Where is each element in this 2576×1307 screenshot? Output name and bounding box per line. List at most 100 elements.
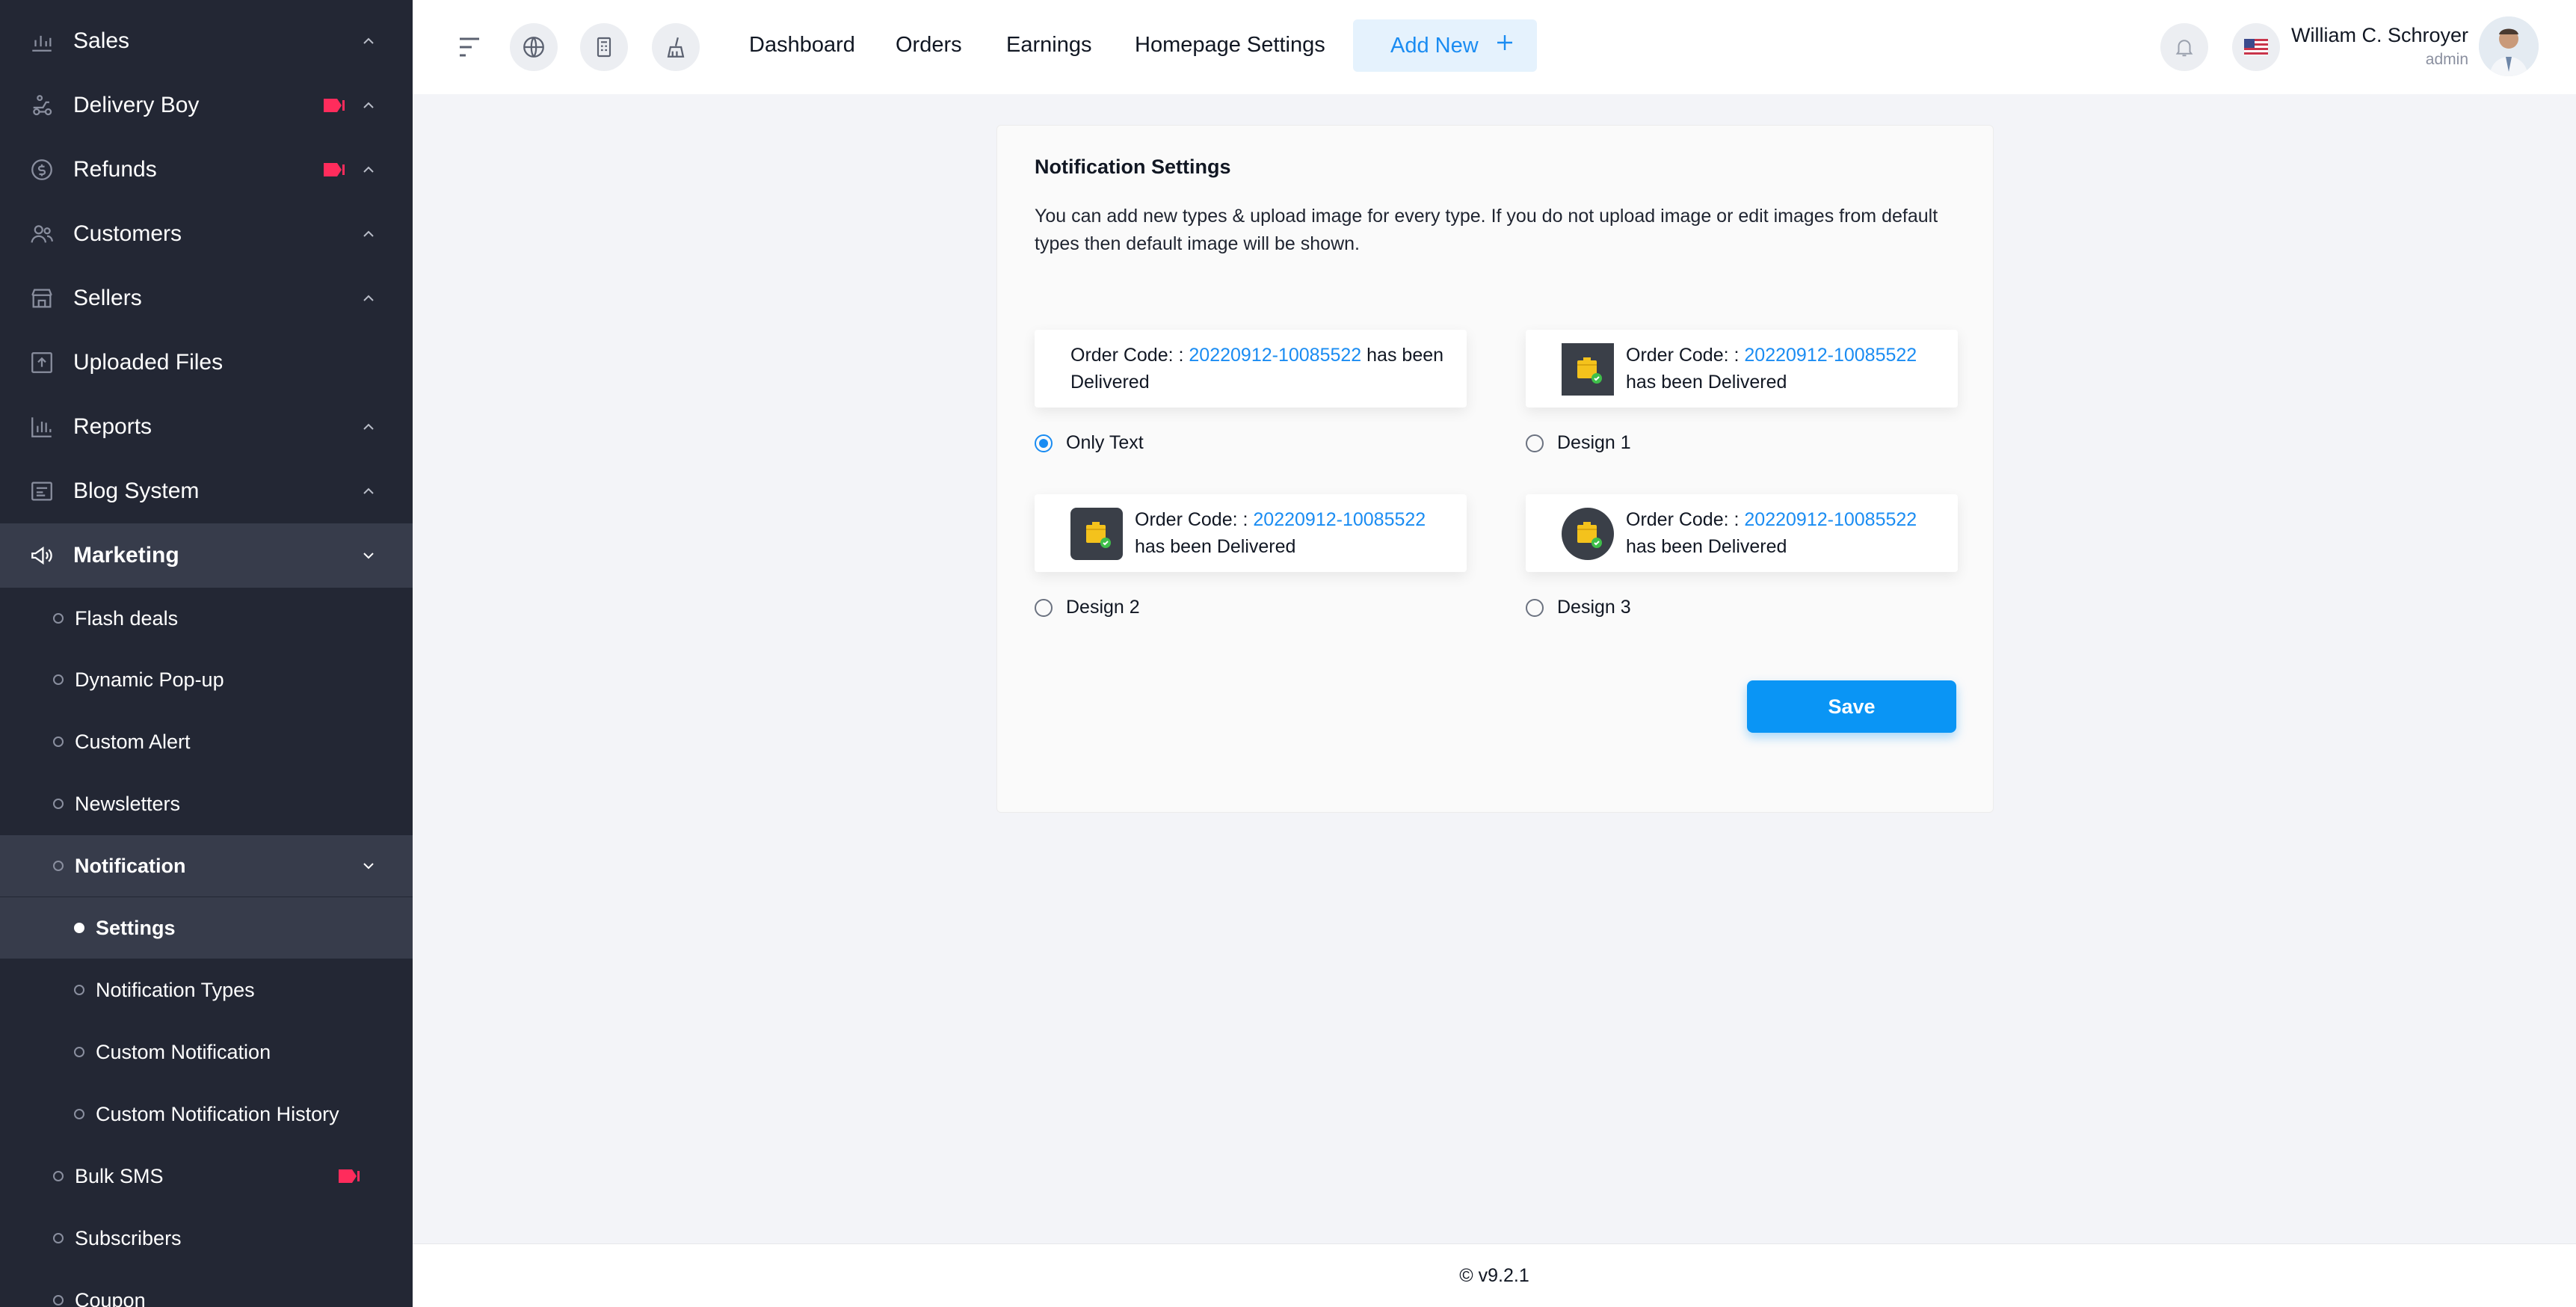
- sidebar-item-customers[interactable]: Customers: [0, 202, 413, 266]
- broom-icon[interactable]: [652, 23, 700, 71]
- avatar[interactable]: [2479, 16, 2539, 76]
- radio-design-1[interactable]: [1526, 434, 1544, 452]
- nav-link-homepage-settings[interactable]: Homepage Settings: [1135, 33, 1325, 58]
- sidebar-item-newsletters[interactable]: Newsletters: [0, 773, 413, 834]
- sidebar-item-delivery-boy[interactable]: Delivery Boy: [0, 73, 413, 138]
- chart-bar-icon: [28, 28, 55, 55]
- plus-icon: [1495, 33, 1515, 58]
- sidebar-item-subscribers[interactable]: Subscribers: [0, 1208, 413, 1269]
- sidebar-item-bulk-sms[interactable]: Bulk SMS: [0, 1145, 413, 1207]
- add-new-label: Add New: [1390, 33, 1479, 58]
- sidebar-item-label: Dynamic Pop-up: [75, 668, 224, 691]
- menu-toggle-icon[interactable]: [446, 23, 493, 71]
- sidebar-item-settings[interactable]: Settings: [0, 897, 413, 959]
- sidebar-item-reports[interactable]: Reports: [0, 395, 413, 459]
- globe-icon[interactable]: [510, 23, 558, 71]
- order-label: Order Code: :: [1070, 345, 1184, 366]
- user-name[interactable]: William C. Schroyer: [2291, 24, 2468, 47]
- sidebar-item-label: Sales: [73, 28, 130, 53]
- sidebar-item-label: Blog System: [73, 479, 200, 503]
- radio-only-text[interactable]: [1035, 434, 1053, 452]
- preview-design-1: Order Code: : 20220912-10085522 has been…: [1526, 330, 1958, 408]
- add-new-button[interactable]: Add New: [1353, 19, 1537, 72]
- order-code-link[interactable]: 20220912-10085522: [1253, 509, 1426, 530]
- bullet-icon: [53, 1171, 64, 1181]
- sidebar-item-sales[interactable]: Sales: [0, 9, 413, 73]
- sidebar-item-notification-types[interactable]: Notification Types: [0, 959, 413, 1021]
- sidebar-item-label: Reports: [73, 414, 152, 439]
- sidebar-item-label: Subscribers: [75, 1226, 182, 1249]
- option-design-1[interactable]: Design 1: [1526, 432, 1631, 454]
- save-button[interactable]: Save: [1747, 680, 1956, 733]
- sidebar-item-notification[interactable]: Notification: [0, 835, 413, 897]
- bullet-icon: [74, 985, 84, 995]
- chevron-up-icon: [360, 483, 377, 499]
- sidebar-item-label: Delivery Boy: [73, 93, 200, 117]
- sidebar-item-marketing[interactable]: Marketing: [0, 523, 413, 588]
- sidebar-item-uploaded-files[interactable]: Uploaded Files: [0, 330, 413, 395]
- chevron-up-icon: [360, 33, 377, 49]
- sidebar-item-label: Bulk SMS: [75, 1164, 164, 1187]
- store-icon: [28, 285, 55, 312]
- sidebar-item-custom-alert[interactable]: Custom Alert: [0, 711, 413, 772]
- bullet-icon: [74, 1109, 84, 1119]
- radio-design-2[interactable]: [1035, 598, 1053, 617]
- order-label: Order Code: :: [1135, 509, 1248, 530]
- sidebar-item-custom-notification-history[interactable]: Custom Notification History: [0, 1083, 413, 1145]
- nav-link-dashboard[interactable]: Dashboard: [749, 33, 855, 58]
- bell-icon[interactable]: [2160, 23, 2208, 71]
- card-description: You can add new types & upload image for…: [1035, 206, 1938, 254]
- bullet-icon: [53, 674, 64, 685]
- sidebar-item-blog-system[interactable]: Blog System: [0, 459, 413, 523]
- option-label: Design 1: [1557, 432, 1631, 453]
- option-design-2[interactable]: Design 2: [1035, 597, 1140, 618]
- chevron-down-icon: [360, 858, 377, 874]
- preview-text: Order Code: : 20220912-10085522 has been…: [1135, 506, 1449, 560]
- sidebar-item-dynamic-popup[interactable]: Dynamic Pop-up: [0, 649, 413, 710]
- bullet-icon: [53, 1233, 64, 1243]
- bullet-icon: [53, 861, 64, 871]
- nav-link-orders[interactable]: Orders: [896, 33, 962, 58]
- bullet-icon: [53, 613, 64, 624]
- blog-icon: [28, 478, 55, 505]
- preview-design-2: Order Code: : 20220912-10085522 has been…: [1035, 494, 1467, 572]
- package-delivered-icon: [1562, 343, 1614, 396]
- upload-icon: [28, 349, 55, 376]
- option-only-text[interactable]: Only Text: [1035, 432, 1144, 454]
- pos-icon[interactable]: [580, 23, 628, 71]
- bullet-icon: [53, 736, 64, 747]
- option-label: Only Text: [1066, 432, 1144, 453]
- order-code-link[interactable]: 20220912-10085522: [1744, 345, 1917, 366]
- option-design-3[interactable]: Design 3: [1526, 597, 1631, 618]
- sidebar-item-label: Marketing: [73, 543, 179, 568]
- preview-text: Order Code: : 20220912-10085522 has been…: [1626, 506, 1940, 560]
- sidebar-item-label: Custom Notification: [96, 1040, 271, 1063]
- notification-settings-card: Notification Settings You can add new ty…: [996, 125, 1994, 813]
- delivered-text: has been Delivered: [1626, 536, 1787, 557]
- option-label: Design 2: [1066, 597, 1140, 618]
- delivery-icon: [28, 92, 55, 119]
- radio-design-3[interactable]: [1526, 598, 1544, 617]
- sidebar-item-refunds[interactable]: Refunds: [0, 138, 413, 202]
- order-code-link[interactable]: 20220912-10085522: [1189, 345, 1361, 366]
- sidebar-item-label: Notification: [75, 854, 186, 877]
- sidebar-item-label: Uploaded Files: [73, 350, 224, 375]
- sidebar-item-label: Settings: [96, 916, 176, 939]
- preview-only-text: Order Code: : 20220912-10085522 has been…: [1035, 330, 1467, 408]
- sidebar-item-flash-deals[interactable]: Flash deals: [0, 588, 413, 649]
- sidebar-item-label: Flash deals: [75, 606, 179, 630]
- order-code-link[interactable]: 20220912-10085522: [1744, 509, 1917, 530]
- bullet-icon: [53, 1295, 64, 1306]
- card-title: Notification Settings: [1035, 156, 1231, 178]
- sidebar-item-coupon[interactable]: Coupon: [0, 1270, 413, 1307]
- sidebar-item-label: Notification Types: [96, 978, 255, 1001]
- sidebar-item-sellers[interactable]: Sellers: [0, 266, 413, 330]
- chevron-up-icon: [360, 162, 377, 178]
- sidebar-item-custom-notification[interactable]: Custom Notification: [0, 1021, 413, 1083]
- report-icon: [28, 413, 55, 440]
- chevron-up-icon: [360, 97, 377, 114]
- flag-us-icon[interactable]: [2232, 23, 2280, 71]
- footer: © v9.2.1: [413, 1243, 2576, 1307]
- nav-link-earnings[interactable]: Earnings: [1006, 33, 1091, 58]
- bullet-icon: [74, 923, 84, 933]
